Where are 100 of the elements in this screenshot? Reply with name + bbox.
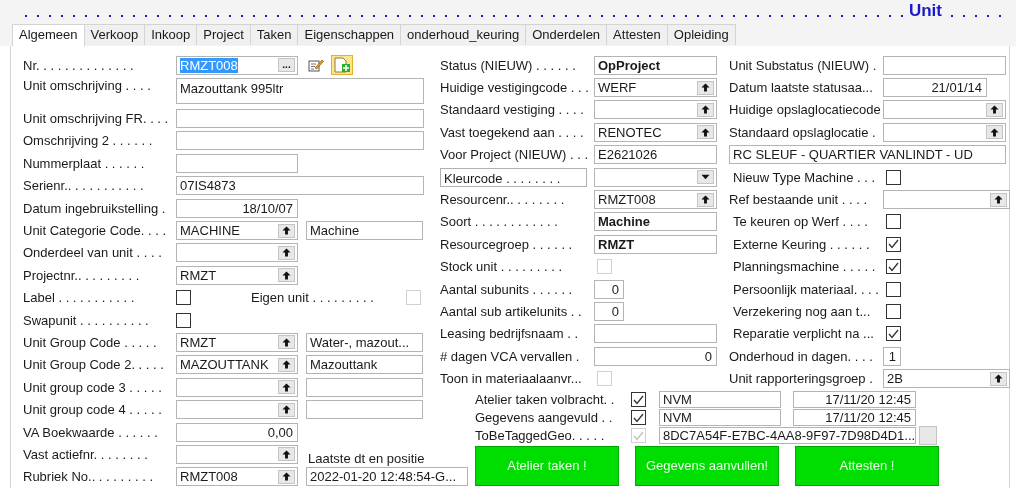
text-field[interactable] <box>306 400 423 420</box>
lookup-button[interactable] <box>278 357 295 372</box>
text-field[interactable] <box>176 109 424 129</box>
text-field[interactable]: 0,00 <box>176 422 298 442</box>
lookup-field[interactable] <box>176 444 298 464</box>
text-field[interactable]: Water-, mazout... <box>306 333 423 352</box>
text-field[interactable]: 2022-01-20 12:48:54-G... <box>306 467 468 487</box>
lookup-field[interactable]: RMZT008 <box>594 190 717 210</box>
tab[interactable]: Verkoop <box>83 24 146 45</box>
text-field[interactable]: 0 <box>594 302 624 321</box>
text-field[interactable]: E2621026 <box>594 145 717 165</box>
text-field[interactable] <box>306 377 423 397</box>
text-field[interactable]: 1 <box>883 346 901 366</box>
lookup-field[interactable] <box>883 100 1006 120</box>
text-field[interactable]: NVM <box>659 409 781 427</box>
tab[interactable]: Attesten <box>606 24 668 45</box>
checkbox[interactable] <box>886 304 901 319</box>
text-field[interactable]: Machine <box>594 212 717 232</box>
tab[interactable]: Onderdelen <box>525 24 608 45</box>
lookup-button[interactable] <box>990 192 1007 207</box>
lookup-button[interactable] <box>278 447 295 462</box>
lookup-button[interactable] <box>278 402 295 417</box>
tab[interactable]: Eigenschappen <box>297 24 402 45</box>
check-icon <box>633 412 644 423</box>
field-label: Standaard vestiging . . . . <box>440 102 585 118</box>
tab[interactable]: Project <box>196 24 251 45</box>
assist-button[interactable]: ... <box>278 58 295 73</box>
lookup-button[interactable] <box>278 268 295 283</box>
field-label: Unit Categorie Code. . . . <box>23 223 168 239</box>
text-field[interactable]: Machine <box>306 221 423 241</box>
field-label: Nieuw Type Machine . . . <box>732 169 877 185</box>
text-field[interactable] <box>176 131 424 151</box>
text-field[interactable]: OpProject <box>594 55 717 75</box>
lookup-field[interactable]: RMZT <box>176 265 298 285</box>
checkbox[interactable] <box>886 326 901 342</box>
text-field[interactable] <box>594 324 717 344</box>
text-field[interactable]: 18/10/07 <box>176 198 298 218</box>
checkbox[interactable] <box>886 259 901 275</box>
caret-icon <box>701 174 710 181</box>
lookup-field[interactable]: RENOTEC <box>594 122 717 142</box>
text-field[interactable]: 0 <box>594 279 624 299</box>
lookup-field[interactable]: RMZT008 <box>176 467 298 487</box>
checkbox[interactable] <box>176 312 191 328</box>
lookup-button[interactable] <box>278 380 295 395</box>
lookup-field[interactable]: RMZT <box>176 333 298 352</box>
text-field[interactable]: 07IS4873 <box>176 176 424 196</box>
lookup-button[interactable] <box>278 223 295 238</box>
lookup-button[interactable] <box>990 371 1007 386</box>
text-field[interactable]: RC SLEUF - QUARTIER VANLINDT - UD <box>729 145 1006 165</box>
text-field[interactable]: Mazouttank 995ltr <box>176 78 424 105</box>
tab[interactable]: onderhoud_keuring <box>400 24 527 45</box>
tab[interactable]: Inkoop <box>144 24 198 45</box>
lookup-button[interactable] <box>986 125 1003 140</box>
text-field[interactable]: RMZT <box>594 234 717 254</box>
checkbox[interactable] <box>886 214 901 230</box>
text-field[interactable] <box>176 153 298 173</box>
lookup-field[interactable]: MAZOUTTANK <box>176 355 298 375</box>
text-field[interactable]: Mazouttank <box>306 355 423 375</box>
text-field[interactable]: 17/11/20 12:45 <box>793 409 916 427</box>
lookup-field[interactable]: MACHINE <box>176 221 298 241</box>
lookup-field[interactable] <box>176 400 298 420</box>
lookup-button[interactable] <box>697 125 714 140</box>
new-document-icon[interactable] <box>331 55 353 76</box>
checkbox[interactable] <box>886 236 901 252</box>
checkbox[interactable] <box>886 281 901 297</box>
check-icon <box>633 394 644 405</box>
lookup-field[interactable]: WERF <box>594 78 717 98</box>
lookup-field[interactable] <box>176 243 298 263</box>
checkbox[interactable] <box>631 392 646 408</box>
tab[interactable]: Opleiding <box>666 24 736 45</box>
field-label: Soort . . . . . . . . . . . . <box>440 214 559 230</box>
text-field[interactable]: 21/01/14 <box>883 78 987 98</box>
lookup-button[interactable] <box>278 335 295 350</box>
lookup-button[interactable] <box>278 469 295 484</box>
field-label: Onderhoud in dagen. . . . <box>729 348 874 364</box>
lookup-button[interactable] <box>986 102 1003 117</box>
text-field[interactable] <box>883 55 1006 75</box>
tab[interactable]: Taken <box>249 24 299 45</box>
lookup-button[interactable] <box>697 80 714 95</box>
lookup-field[interactable] <box>883 122 1006 142</box>
checkbox[interactable] <box>631 410 646 426</box>
lookup-button[interactable] <box>697 192 714 207</box>
tab[interactable]: Algemeen <box>12 24 85 47</box>
field-label: Label . . . . . . . . . . . <box>23 290 136 306</box>
lookup-field[interactable] <box>176 377 298 397</box>
number-field[interactable]: RMZT008 ... <box>176 55 298 75</box>
checkbox[interactable] <box>886 169 901 185</box>
text-field[interactable]: 0 <box>594 346 717 366</box>
lookup-field[interactable] <box>594 100 717 120</box>
dropdown-button[interactable] <box>697 170 714 185</box>
field-label: Persoonlijk materiaal. . . . <box>732 281 880 297</box>
text-field[interactable]: 17/11/20 12:45 <box>793 391 916 409</box>
lookup-button[interactable] <box>697 102 714 117</box>
edit-icon[interactable] <box>308 58 324 73</box>
checkbox[interactable] <box>176 290 191 306</box>
lookup-field[interactable]: 2B <box>883 369 1010 389</box>
dropdown-field[interactable] <box>594 167 717 187</box>
lookup-button[interactable] <box>278 245 295 260</box>
lookup-field[interactable] <box>883 190 1010 210</box>
text-field[interactable]: NVM <box>659 391 781 409</box>
